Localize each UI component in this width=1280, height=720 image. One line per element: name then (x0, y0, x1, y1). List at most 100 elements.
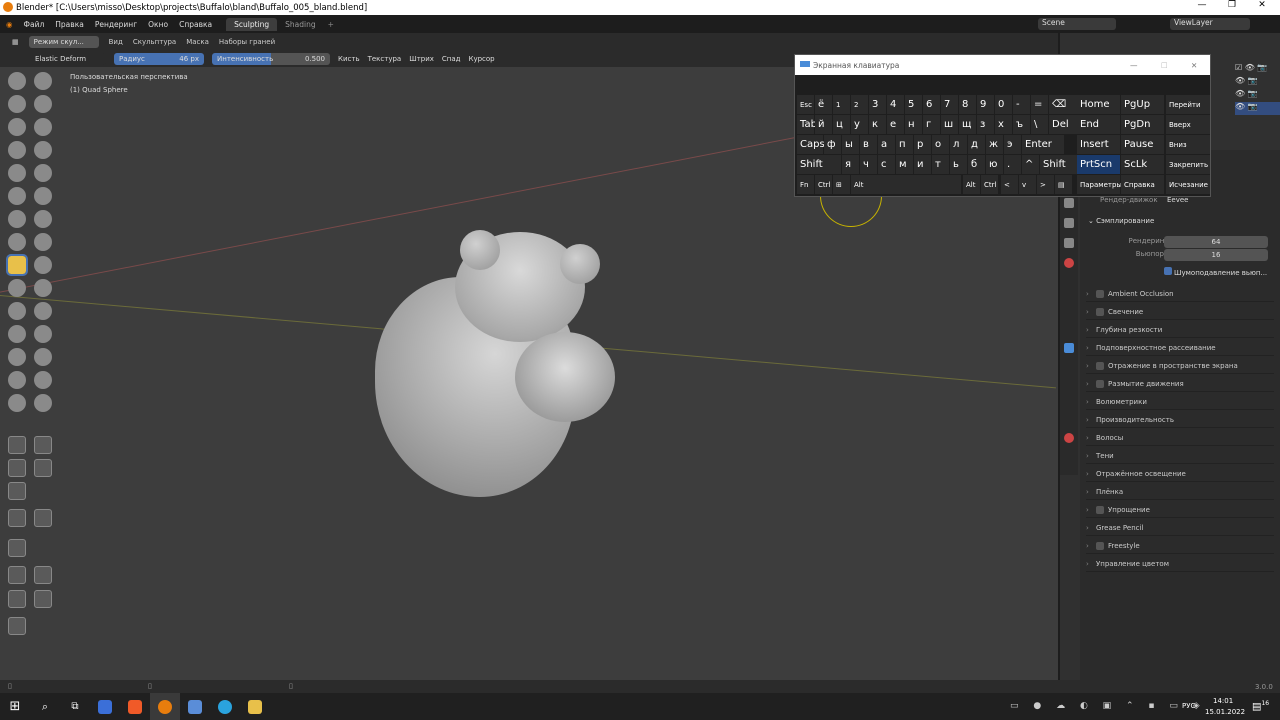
simplify-brush-icon[interactable] (34, 348, 52, 366)
rotate-icon[interactable] (34, 566, 52, 584)
transform-icon[interactable] (34, 590, 52, 608)
osk-key[interactable]: д (968, 135, 985, 154)
crease-brush-icon[interactable] (8, 164, 26, 182)
minimize-button[interactable]: — (1188, 0, 1216, 10)
grab-brush-icon[interactable] (34, 233, 52, 251)
osk-key[interactable]: Исчезание (1166, 175, 1210, 194)
osk-key[interactable]: н (905, 115, 922, 134)
osk-key[interactable]: ScLk (1121, 155, 1164, 174)
section-14[interactable]: › Freestyle (1086, 539, 1274, 554)
osk-key[interactable]: 8 (959, 95, 976, 114)
outliner[interactable]: ☑ 👁 📷 👁 📷 👁 📷 👁 📷 (1235, 63, 1280, 123)
language-indicator[interactable]: РУС (1182, 702, 1195, 710)
menu-face-sets[interactable]: Наборы граней (219, 38, 275, 46)
osk-key[interactable]: щ (959, 115, 976, 134)
section-2[interactable]: › Глубина резкости (1086, 323, 1274, 338)
osk-key[interactable]: PrtScn (1077, 155, 1120, 174)
osk-key[interactable]: End (1077, 115, 1120, 134)
section-checkbox[interactable] (1096, 290, 1104, 298)
add-workspace-icon[interactable]: + (328, 20, 334, 29)
maximize-button[interactable]: ❐ (1218, 0, 1246, 10)
cloth-brush-icon[interactable] (8, 348, 26, 366)
section-4[interactable]: › Отражение в пространстве экрана (1086, 359, 1274, 374)
tab-shading[interactable]: Shading (277, 18, 323, 31)
menu-file[interactable]: Файл (24, 20, 45, 29)
sampling-header[interactable]: ⌄ Сэмплирование (1088, 217, 1154, 225)
flatten-brush-icon[interactable] (8, 187, 26, 205)
denoise-checkbox[interactable]: Шумоподавление вьюп... (1164, 267, 1267, 277)
osk-key[interactable]: Shift (797, 155, 841, 174)
section-0[interactable]: › Ambient Occlusion (1086, 287, 1274, 302)
task-view-button[interactable]: ⧉ (60, 693, 90, 720)
taskbar-app-telegram[interactable] (210, 693, 240, 720)
inflate-brush-icon[interactable] (8, 141, 26, 159)
osk-key[interactable]: й (815, 115, 832, 134)
osk-key[interactable]: 5 (905, 95, 922, 114)
blob-brush-icon[interactable] (34, 141, 52, 159)
menu-edit[interactable]: Правка (55, 20, 84, 29)
radius-field[interactable]: Радиус 46 px (114, 52, 204, 65)
taskbar-app-keyboard[interactable] (90, 693, 120, 720)
osk-key[interactable]: Tab (797, 115, 817, 134)
cloth-filter-icon[interactable] (8, 509, 26, 527)
osk-key[interactable]: Справка (1121, 175, 1164, 194)
clock-time[interactable]: 14:01 (1213, 697, 1233, 705)
section-10[interactable]: › Отражённое освещение (1086, 467, 1274, 482)
osk-key[interactable]: = (1031, 95, 1048, 114)
section-11[interactable]: › Плёнка (1086, 485, 1274, 500)
annotate-icon[interactable] (8, 617, 26, 635)
render-samples-field[interactable]: 64 (1164, 236, 1268, 248)
box-face-set-icon[interactable] (34, 459, 52, 477)
osk-key[interactable]: ⌫ (1049, 95, 1079, 114)
osk-key[interactable]: э (1004, 135, 1021, 154)
scene-field[interactable]: Scene (1038, 18, 1116, 30)
osk-minimize-button[interactable]: — (1130, 61, 1138, 70)
osk-key[interactable]: < (1001, 175, 1018, 194)
blender-menu-icon[interactable]: ◉ (6, 20, 13, 29)
osk-key[interactable]: Параметры (1077, 175, 1122, 194)
edit-face-set-icon[interactable] (8, 539, 26, 557)
osk-key[interactable]: Pause (1121, 135, 1164, 154)
viewlayer-field[interactable]: ViewLayer (1170, 18, 1250, 30)
osk-key[interactable]: о (932, 135, 949, 154)
osk-key[interactable]: \ (1031, 115, 1048, 134)
boundary-brush-icon[interactable] (34, 325, 52, 343)
osk-key[interactable]: 1 (833, 95, 850, 114)
section-6[interactable]: › Волюметрики (1086, 395, 1274, 410)
menu-render[interactable]: Рендеринг (95, 20, 137, 29)
menu-sculpt[interactable]: Скульптура (133, 38, 176, 46)
osk-key[interactable]: Fn (797, 175, 814, 194)
box-hide-icon[interactable] (8, 459, 26, 477)
osk-key[interactable]: v (1019, 175, 1036, 194)
output-tab-icon[interactable] (1064, 218, 1074, 228)
osk-key[interactable]: к (869, 115, 886, 134)
rotate-brush-icon[interactable] (34, 302, 52, 320)
osk-key[interactable]: 2 (851, 95, 868, 114)
section-checkbox[interactable] (1096, 362, 1104, 370)
material-tab-icon[interactable] (1064, 433, 1074, 443)
clay-strips-brush-icon[interactable] (34, 95, 52, 113)
osk-key[interactable]: PgUp (1121, 95, 1164, 114)
menu-cursor[interactable]: Курсор (469, 55, 495, 63)
osk-key[interactable]: ж (986, 135, 1003, 154)
osk-key[interactable]: ю (986, 155, 1003, 174)
osk-key[interactable]: р (914, 135, 931, 154)
slide-relax-brush-icon[interactable] (8, 325, 26, 343)
osk-key[interactable]: Закрепить (1166, 155, 1210, 174)
pinch-brush-icon[interactable] (8, 233, 26, 251)
elastic-deform-brush-icon[interactable] (6, 254, 28, 276)
close-button[interactable]: ✕ (1248, 0, 1276, 10)
osk-key[interactable]: 3 (869, 95, 886, 114)
section-8[interactable]: › Волосы (1086, 431, 1274, 446)
taskbar-app-blender[interactable] (150, 693, 180, 720)
sculpt-mesh[interactable] (375, 230, 615, 502)
nudge-brush-icon[interactable] (8, 302, 26, 320)
layer-brush-icon[interactable] (34, 118, 52, 136)
scene-tab-icon[interactable] (1064, 258, 1074, 268)
draw-brush-icon[interactable] (8, 72, 26, 90)
render-engine-select[interactable]: Eevee (1167, 196, 1189, 204)
osk-key[interactable]: 7 (941, 95, 958, 114)
osk-key[interactable]: Alt (851, 175, 961, 194)
mask-brush-icon[interactable] (8, 371, 26, 389)
notification-button[interactable]: ▤16 (1252, 700, 1269, 712)
